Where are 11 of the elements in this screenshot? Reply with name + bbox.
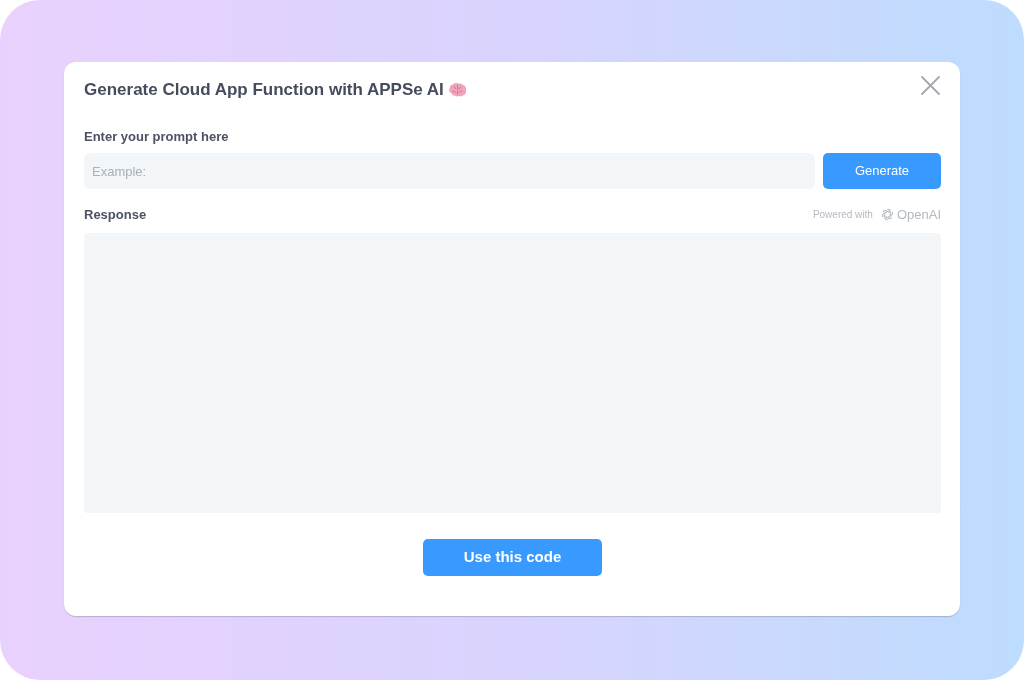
dialog-title: Generate Cloud App Function with APPSe AI (84, 79, 444, 101)
swirl-logo-icon (880, 208, 894, 222)
provider-name: OpenAI (896, 206, 941, 224)
powered-with-text: Powered with (812, 208, 873, 223)
use-code-button[interactable]: Use this code (423, 539, 602, 576)
close-icon[interactable] (921, 76, 940, 95)
prompt-label: Enter your prompt here (84, 128, 229, 146)
response-label: Response (84, 205, 147, 224)
brain-icon (448, 83, 466, 97)
generate-button[interactable]: Generate (823, 153, 941, 189)
prompt-input[interactable]: Example: (84, 153, 815, 189)
